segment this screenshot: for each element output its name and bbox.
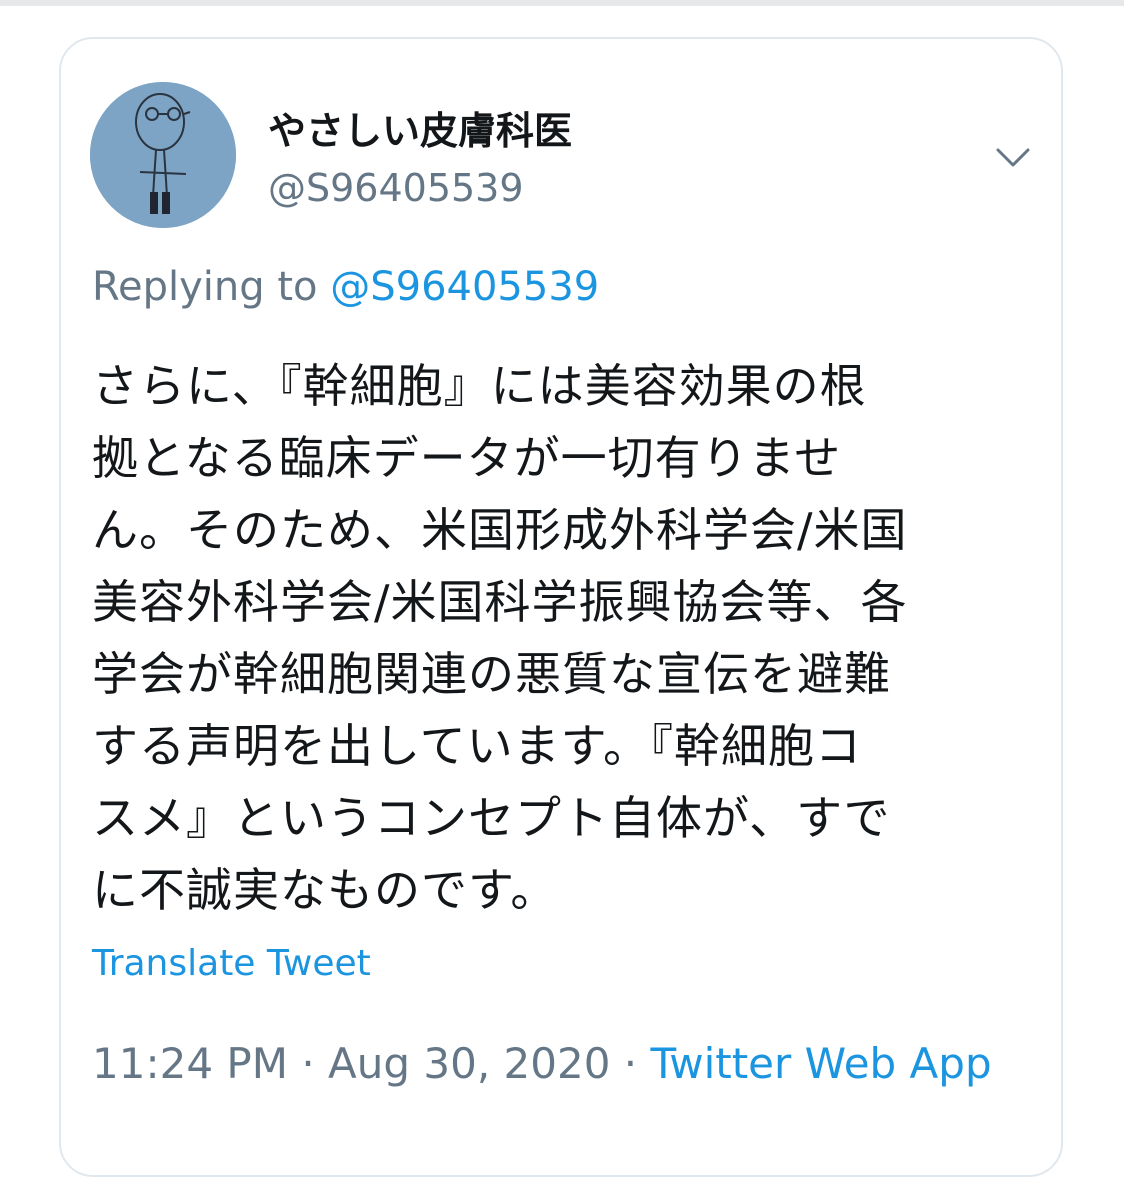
top-divider [0,0,1124,6]
meta-separator: · [301,1039,315,1088]
tweet-text: さらに、『幹細胞』には美容効果の根 拠となる臨床データが一切有りませ ん。そのた… [92,350,1042,926]
tweet-text-line: 拠となる臨床データが一切有りませ [92,431,842,485]
tweet-text-line: 学会が幹細胞関連の悪質な宣伝を避難 [92,647,891,701]
tweet-text-line: ん。そのため、米国形成外科学会/米国 [92,503,908,557]
tweet-source-app[interactable]: Twitter Web App [651,1039,992,1088]
replying-to: Replying to @S96405539 [92,262,599,312]
avatar[interactable] [90,82,236,228]
tweet-text-line: する声明を出しています。『幹細胞コ [92,719,863,773]
chevron-down-icon[interactable] [993,141,1033,173]
author-display-name[interactable]: やさしい皮膚科医 [268,106,572,156]
author-handle[interactable]: @S96405539 [268,164,524,212]
tweet-time[interactable]: 11:24 PM [92,1039,288,1088]
tweet-date[interactable]: Aug 30, 2020 [328,1039,610,1088]
tweet-metadata: 11:24 PM · Aug 30, 2020 · Twitter Web Ap… [92,1036,992,1092]
tweet-text-line: 美容外科学会/米国科学振興協会等、各 [92,575,908,629]
tweet-text-line: さらに、『幹細胞』には美容効果の根 [92,359,867,413]
tweet-text-line: スメ』というコンセプト自体が、すで [92,791,891,845]
meta-separator: · [623,1039,638,1088]
tweet-text-line: に不誠実なものです。 [92,863,558,917]
hand-drawn-figure-avatar-icon [90,82,236,228]
reply-target-link[interactable]: @S96405539 [330,264,599,310]
translate-tweet-link[interactable]: Translate Tweet [92,940,371,988]
replying-to-label: Replying to [92,264,318,310]
